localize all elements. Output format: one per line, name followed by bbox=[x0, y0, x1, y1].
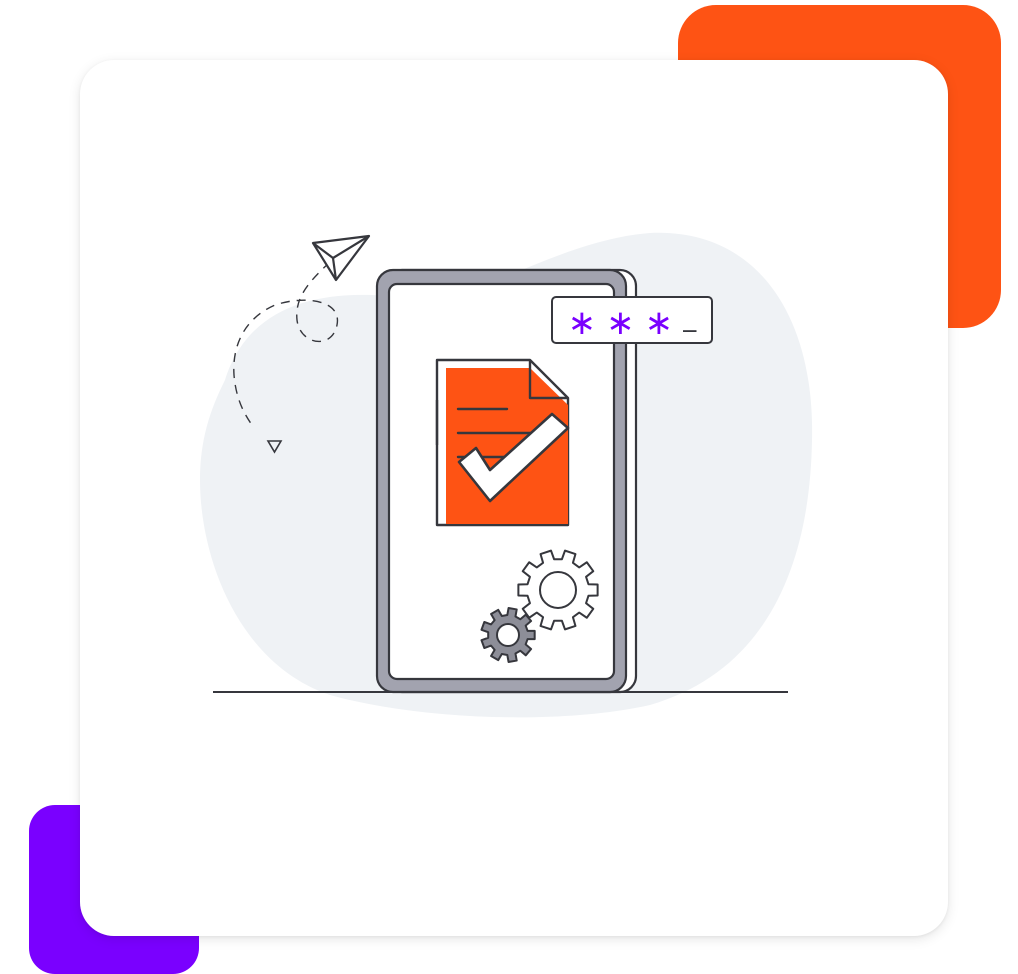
password-mask-char: ∗ bbox=[644, 303, 674, 343]
document-check-icon bbox=[435, 358, 570, 527]
password-mask-char: ∗ bbox=[606, 303, 635, 343]
password-field: ∗ ∗ ∗ _ bbox=[551, 296, 713, 344]
paper-plane-icon bbox=[311, 234, 371, 282]
gear-large-icon bbox=[517, 549, 599, 631]
password-mask-char: ∗ bbox=[567, 303, 597, 343]
password-cursor: _ bbox=[683, 303, 697, 333]
security-illustration bbox=[200, 232, 813, 718]
illustration-stage: ∗ ∗ ∗ _ bbox=[0, 0, 1018, 974]
